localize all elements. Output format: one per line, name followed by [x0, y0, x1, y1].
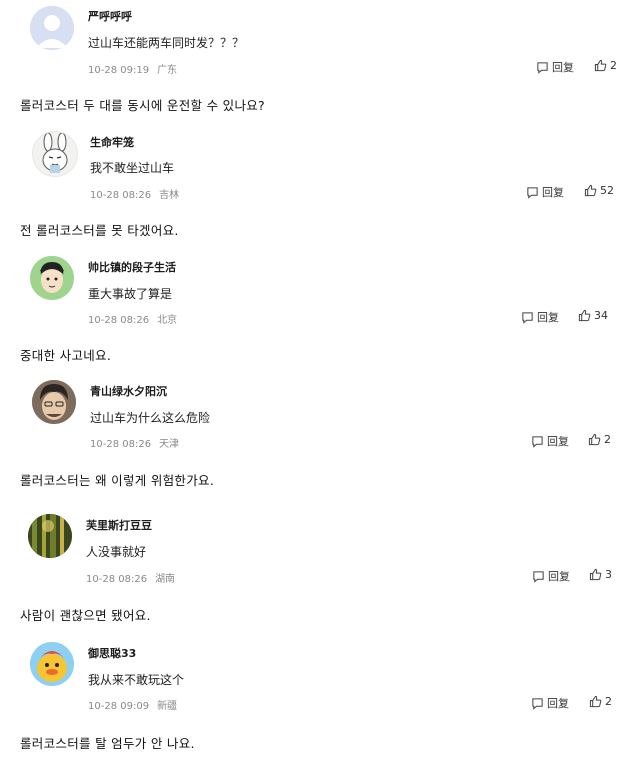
avatar[interactable] — [30, 6, 74, 50]
reply-label: 回复 — [548, 570, 570, 583]
thumbs-up-icon — [589, 568, 602, 581]
comment-item: 严呼呼呼 过山车还能两车同时发？？？ 10-28 09:19 广东 回复 2 — [0, 0, 640, 80]
reply-label: 回复 — [552, 61, 574, 74]
reply-button[interactable]: 回复 — [531, 433, 569, 449]
username[interactable]: 生命牢笼 — [90, 134, 134, 150]
comment-location: 北京 — [157, 315, 178, 326]
like-count: 34 — [594, 309, 608, 322]
comment-date: 10-28 09:09 — [88, 701, 150, 712]
reply-icon — [532, 697, 543, 710]
comment-location: 广东 — [157, 65, 178, 76]
reply-label: 回复 — [547, 697, 569, 710]
comment-location: 湖南 — [155, 574, 176, 585]
thumbs-up-icon — [584, 184, 597, 197]
comment-meta: 10-28 08:26 湖南 — [86, 570, 175, 585]
comment-text: 重大事故了算是 — [88, 287, 173, 301]
comment-text: 人没事就好 — [86, 545, 147, 559]
reply-icon — [532, 435, 543, 448]
thumbs-up-icon — [588, 433, 601, 446]
like-count: 2 — [604, 433, 611, 446]
comment-text: 我从来不敢玩这个 — [88, 673, 185, 687]
username[interactable]: 严呼呼呼 — [88, 8, 132, 24]
reply-icon — [522, 311, 533, 324]
like-button[interactable]: 2 — [589, 695, 612, 708]
username[interactable]: 御思聪33 — [88, 645, 136, 661]
translation-text: 중대한 사고네요. — [20, 348, 112, 363]
like-count: 2 — [605, 695, 612, 708]
comment-text: 过山车还能两车同时发？？？ — [88, 36, 245, 50]
comment-meta: 10-28 08:26 吉林 — [90, 186, 179, 201]
comment-item: 御思聪33 我从来不敢玩这个 10-28 09:09 新疆 回复 2 — [0, 636, 640, 716]
thumbs-up-icon — [594, 59, 607, 72]
comment-location: 天津 — [159, 439, 180, 450]
translation-text: 롤러코스터를 탈 엄두가 안 나요. — [20, 736, 195, 751]
like-button[interactable]: 34 — [578, 309, 608, 322]
reply-label: 回复 — [537, 311, 559, 324]
reply-icon — [533, 570, 544, 583]
comment-meta: 10-28 08:26 北京 — [88, 311, 177, 326]
comment-meta: 10-28 09:19 广东 — [88, 61, 177, 76]
thumbs-up-icon — [589, 695, 602, 708]
translation-text: 롤러코스터 두 대를 동시에 운전할 수 있나요? — [20, 98, 265, 113]
reply-button[interactable]: 回复 — [526, 184, 564, 200]
like-button[interactable]: 2 — [594, 59, 617, 72]
reply-button[interactable]: 回复 — [521, 309, 559, 325]
avatar[interactable] — [30, 642, 74, 686]
like-count: 2 — [610, 59, 617, 72]
reply-label: 回复 — [542, 186, 564, 199]
like-count: 3 — [605, 568, 612, 581]
like-button[interactable]: 3 — [589, 568, 612, 581]
comment-date: 10-28 08:26 — [88, 315, 150, 326]
translation-text: 전 롤러코스터를 못 타겠어요. — [20, 223, 179, 238]
comment-item: 芙里斯打豆豆 人没事就好 10-28 08:26 湖南 回复 3 — [0, 508, 640, 588]
username[interactable]: 青山绿水夕阳沉 — [90, 383, 167, 399]
comment-text: 我不敢坐过山车 — [90, 161, 175, 175]
comment-meta: 10-28 09:09 新疆 — [88, 697, 177, 712]
translation-text: 사람이 괜찮으면 됐어요. — [20, 608, 151, 623]
reply-label: 回复 — [547, 435, 569, 448]
comment-meta: 10-28 08:26 天津 — [90, 435, 179, 450]
comment-item: 帅比镇的段子生活 重大事故了算是 10-28 08:26 北京 回复 34 — [0, 250, 640, 330]
comment-location: 新疆 — [157, 701, 178, 712]
comment-date: 10-28 08:26 — [86, 574, 148, 585]
avatar[interactable] — [32, 380, 76, 424]
reply-button[interactable]: 回复 — [532, 568, 570, 584]
comment-item: 青山绿水夕阳沉 过山车为什么这么危险 10-28 08:26 天津 回复 2 — [0, 374, 640, 454]
thumbs-up-icon — [578, 309, 591, 322]
username[interactable]: 芙里斯打豆豆 — [86, 517, 152, 533]
reply-icon — [527, 186, 538, 199]
comment-text: 过山车为什么这么危险 — [90, 411, 211, 425]
comment-item: 生命牢笼 我不敢坐过山车 10-28 08:26 吉林 回复 52 — [0, 125, 640, 205]
reply-button[interactable]: 回复 — [536, 59, 574, 75]
comment-date: 10-28 09:19 — [88, 65, 150, 76]
like-button[interactable]: 52 — [584, 184, 614, 197]
comment-date: 10-28 08:26 — [90, 190, 152, 201]
username[interactable]: 帅比镇的段子生活 — [88, 259, 176, 275]
translation-text: 롤러코스터는 왜 이렇게 위험한가요. — [20, 473, 215, 488]
avatar[interactable] — [32, 131, 78, 177]
avatar[interactable] — [28, 514, 72, 558]
like-button[interactable]: 2 — [588, 433, 611, 446]
reply-button[interactable]: 回复 — [531, 695, 569, 711]
comment-date: 10-28 08:26 — [90, 439, 152, 450]
comment-location: 吉林 — [159, 190, 180, 201]
like-count: 52 — [600, 184, 614, 197]
reply-icon — [537, 61, 548, 74]
avatar[interactable] — [30, 256, 74, 300]
